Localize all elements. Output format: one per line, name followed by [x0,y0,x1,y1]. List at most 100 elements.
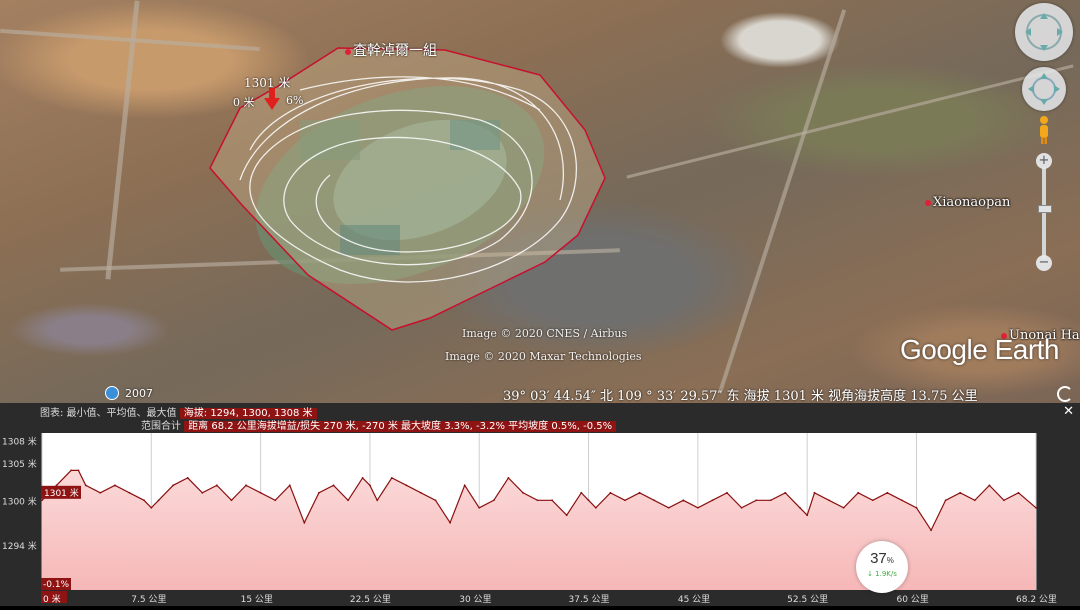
x-tick-label: 68.2 公里 [1016,594,1057,605]
elevation-chart[interactable]: 1308 米 1305 米 1300 米 1294 米 1301 米 -0.1% 0 米 7.… [0,430,1080,606]
y-tick-label: 1300 米 [2,495,37,507]
profile-point [682,499,685,502]
imagery-credit: Image © 2020 CNES / Airbus [462,327,628,340]
profile-point [113,484,116,487]
profile-point [522,491,524,494]
profile-header: 图表: 最小值、平均值、最大值 海拔: 1294, 1300, 1308 米 范… [0,403,1080,432]
y-tick-label: 1305 米 [2,458,37,470]
profile-point [332,484,335,487]
place-label-xiaonaopan[interactable]: Xiaonaopan [925,195,1010,210]
current-value-label: 1301 米 [44,487,79,499]
profile-point [84,484,87,487]
elevation-chart-svg[interactable]: 1308 米 1305 米 1300 米 1294 米 1301 米 -0.1% 0 米 7.… [0,430,1080,606]
historical-imagery-date[interactable]: 2007 [105,386,153,400]
profile-point [871,499,874,502]
polygon-name-label[interactable]: 査幹淖爾一組 [345,40,437,60]
profile-point [1035,506,1037,509]
profile-point [41,499,43,502]
clock-icon [105,386,119,400]
profile-point [587,499,590,502]
profile-point [347,499,349,502]
profile-point [245,484,247,487]
profile-point [580,491,583,494]
current-slope-label: -0.1% [43,580,70,590]
x-tick-label: 7.5 公里 [131,594,166,605]
profile-point [594,506,597,509]
profile-point [303,521,306,524]
profile-point [806,514,809,517]
progress-percent: 37 [870,550,887,567]
pan-arrows-icon [1028,73,1060,105]
profile-point [769,499,772,502]
profile-point [99,491,102,494]
profile-point [653,499,656,502]
profile-point [288,484,291,487]
close-profile-button[interactable]: ✕ [1063,404,1074,419]
profile-point [726,491,728,494]
profile-point [478,506,481,509]
download-speed: ↓ 1.9K/s [867,570,897,578]
profile-point [230,499,233,502]
profile-point [988,484,991,487]
profile-point [784,491,787,494]
profile-point [755,499,758,502]
zoom-track[interactable] [1042,167,1046,259]
profile-point [798,506,801,509]
y-tick-label: 1308 米 [2,435,37,447]
place-pin-icon [925,200,931,206]
profile-point [318,491,320,494]
profile-point [842,506,845,509]
x-tick-label: 45 公里 [678,594,710,605]
profile-point [1017,491,1020,494]
marker-elevation: 1301 米 [244,76,291,90]
profile-point [143,499,145,502]
elevation-profile-panel: 图表: 最小值、平均值、最大值 海拔: 1294, 1300, 1308 米 范… [0,403,1080,606]
profile-point [536,499,539,502]
profile-point [667,506,670,509]
profile-point [463,484,466,487]
x-tick-label: 30 公里 [459,594,491,605]
profile-point [420,491,422,494]
profile-point [886,491,889,494]
move-control[interactable] [1022,67,1066,111]
look-around-control[interactable] [1015,3,1073,61]
profile-point [624,499,626,502]
x-tick-label: 37.5 公里 [569,594,610,605]
zoom-in-button[interactable]: + [1036,153,1052,169]
coordinate-status: 39° 03′ 44.54″ 北 109 ° 33′ 29.57″ 东 海拔 1… [503,389,978,403]
profile-point [157,499,160,502]
x-tick-label: 15 公里 [241,594,273,605]
zoom-out-button[interactable]: − [1036,255,1052,271]
progress-unit: % [886,556,894,565]
marker-slope: 6% [286,94,304,107]
profile-point [944,499,947,502]
profile-point [390,476,393,479]
profile-point [434,499,437,502]
direction-arrows-icon [1025,13,1063,51]
profile-point [449,521,451,524]
zoom-thumb[interactable] [1038,205,1052,213]
profile-point [1003,499,1005,502]
satellite-map-view[interactable]: 査幹淖爾一組 1301 米 0 米 6% Xiaonaopan Unonai H… [0,0,1080,403]
loading-spinner-icon [1057,386,1073,402]
x-tick-label: 60 公里 [896,594,928,605]
profile-point [70,469,73,472]
profile-point [369,484,371,487]
profile-point [492,499,495,502]
y-tick-label: 1294 米 [2,540,37,552]
profile-point [638,491,641,494]
profile-point [901,499,903,502]
profile-point [930,529,932,532]
street-view-pegman-icon[interactable] [1038,115,1050,145]
profile-point [959,491,962,494]
profile-point [507,476,510,479]
profile-point [361,476,364,479]
zoom-slider[interactable]: + − [1036,153,1052,271]
profile-point [150,506,153,509]
profile-point [609,491,612,494]
profile-point [551,499,554,502]
profile-point [565,514,568,517]
profile-point [77,469,80,472]
imagery-year: 2007 [125,386,153,400]
profile-point [813,491,816,494]
